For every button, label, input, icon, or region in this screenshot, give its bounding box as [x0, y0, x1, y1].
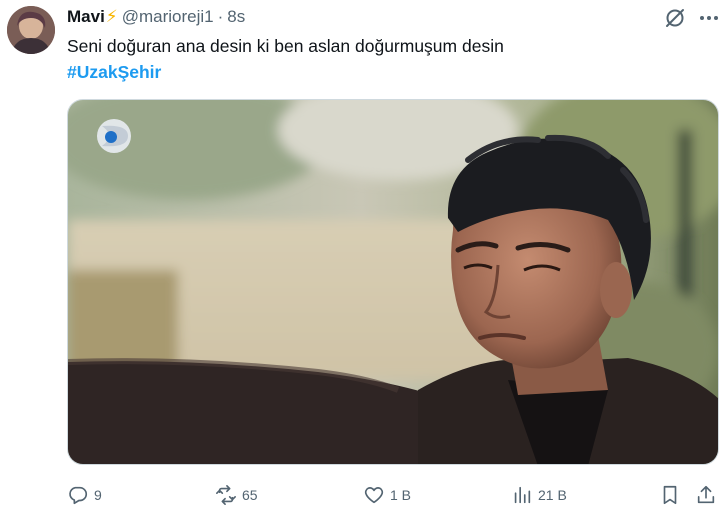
user-handle[interactable]: @marioreji1 — [122, 7, 214, 27]
like-count: 1 B — [390, 487, 412, 503]
tweet-text: Seni doğuran ana desin ki ben aslan doğu… — [67, 36, 504, 56]
retweet-button[interactable]: 65 — [215, 482, 258, 508]
retweet-icon — [216, 485, 236, 505]
separator-dot: · — [217, 7, 224, 26]
reply-count: 9 — [94, 487, 102, 503]
retweet-count: 65 — [242, 487, 258, 503]
views-button[interactable]: 21 B — [511, 482, 567, 508]
grok-icon[interactable] — [664, 7, 686, 29]
heart-icon — [364, 487, 384, 504]
views-chart-icon — [514, 486, 531, 504]
avatar[interactable] — [7, 6, 55, 54]
reply-button[interactable]: 9 — [67, 482, 102, 508]
bookmark-icon — [663, 485, 677, 505]
display-name[interactable]: Mavi — [67, 7, 105, 27]
reply-icon — [69, 486, 88, 505]
tweet-header: Mavi ⚡ @marioreji1 · 8s — [67, 6, 245, 28]
bookmark-button[interactable] — [659, 482, 681, 508]
like-button[interactable]: 1 B — [363, 482, 411, 508]
timestamp[interactable]: 8s — [227, 7, 245, 27]
more-icon[interactable] — [698, 8, 720, 28]
views-count: 21 B — [538, 487, 567, 503]
share-icon — [697, 485, 715, 504]
tweet-media[interactable] — [67, 99, 719, 465]
action-bar: 9 65 1 B 21 B — [67, 482, 722, 508]
share-button[interactable] — [695, 482, 717, 508]
lightning-emoji: ⚡ — [105, 7, 118, 26]
hashtag-link[interactable]: #UzakŞehir — [67, 62, 161, 83]
